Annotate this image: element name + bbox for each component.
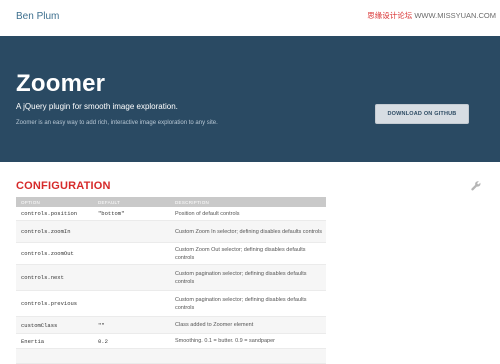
watermark-url: WWW.MISSYUAN.COM bbox=[412, 11, 496, 20]
wrench-icon bbox=[471, 181, 481, 191]
column-header-description: DESCRIPTION bbox=[175, 199, 210, 205]
default-cell: 0.2 bbox=[98, 337, 108, 345]
hero-banner: Zoomer A jQuery plugin for smooth image … bbox=[0, 36, 500, 162]
table-row: controls.previous Custom pagination sele… bbox=[16, 291, 326, 317]
description-cell: Custom pagination selector; defining dis… bbox=[175, 270, 307, 285]
configuration-table: OPTION DEFAULT DESCRIPTION controls.posi… bbox=[16, 197, 326, 364]
description-cell: Custom Zoom Out selector; defining disab… bbox=[175, 246, 306, 261]
column-header-option: OPTION bbox=[21, 199, 41, 205]
description-cell: Class added to Zoomer element bbox=[175, 322, 254, 328]
description-cell: Custom Zoom In selector; defining disabl… bbox=[175, 228, 323, 235]
hero-title: Zoomer bbox=[16, 70, 106, 97]
download-github-button[interactable]: DOWNLOAD ON GITHUB bbox=[375, 104, 469, 124]
table-body: controls.position "bottom" Position of d… bbox=[16, 207, 326, 364]
table-header: OPTION DEFAULT DESCRIPTION bbox=[16, 197, 326, 207]
brand-link[interactable]: Ben Plum bbox=[16, 11, 59, 22]
option-cell: Enertia bbox=[21, 337, 45, 345]
watermark: 思缘设计论坛 WWW.MISSYUAN.COM bbox=[367, 10, 496, 21]
table-row: Enertia 0.2 Smoothing. 0.1 = butter. 0.9… bbox=[16, 334, 326, 349]
column-header-default: DEFAULT bbox=[98, 199, 121, 205]
table-row: controls.next Custom pagination selector… bbox=[16, 265, 326, 291]
option-cell: controls.zoomOut bbox=[21, 250, 74, 257]
hero-tagline: A jQuery plugin for smooth image explora… bbox=[16, 102, 178, 111]
top-bar: Ben Plum 思缘设计论坛 WWW.MISSYUAN.COM bbox=[0, 0, 500, 36]
watermark-chinese: 思缘设计论坛 bbox=[367, 11, 413, 20]
description-cell: Smoothing. 0.1 = butter. 0.9 = sandpaper bbox=[175, 338, 275, 344]
table-row: controls.zoomIn Custom Zoom In selector;… bbox=[16, 221, 326, 243]
option-cell: controls.next bbox=[21, 274, 64, 281]
option-cell: controls.previous bbox=[21, 300, 78, 307]
option-cell: controls.zoomIn bbox=[21, 228, 71, 235]
configuration-heading: CONFIGURATION bbox=[16, 180, 111, 192]
table-row: customClass "" Class added to Zoomer ele… bbox=[16, 317, 326, 334]
default-cell: "bottom" bbox=[98, 210, 125, 217]
hero-description: Zoomer is an easy way to add rich, inter… bbox=[16, 120, 218, 126]
option-cell: controls.position bbox=[21, 210, 78, 217]
description-cell: Position of default controls bbox=[175, 210, 240, 217]
option-cell: customClass bbox=[21, 321, 58, 329]
table-row: controls.position "bottom" Position of d… bbox=[16, 207, 326, 221]
table-row: controls.zoomOut Custom Zoom Out selecto… bbox=[16, 243, 326, 265]
table-row bbox=[16, 349, 326, 364]
description-cell: Custom pagination selector; defining dis… bbox=[175, 296, 307, 311]
default-cell: "" bbox=[98, 321, 105, 329]
